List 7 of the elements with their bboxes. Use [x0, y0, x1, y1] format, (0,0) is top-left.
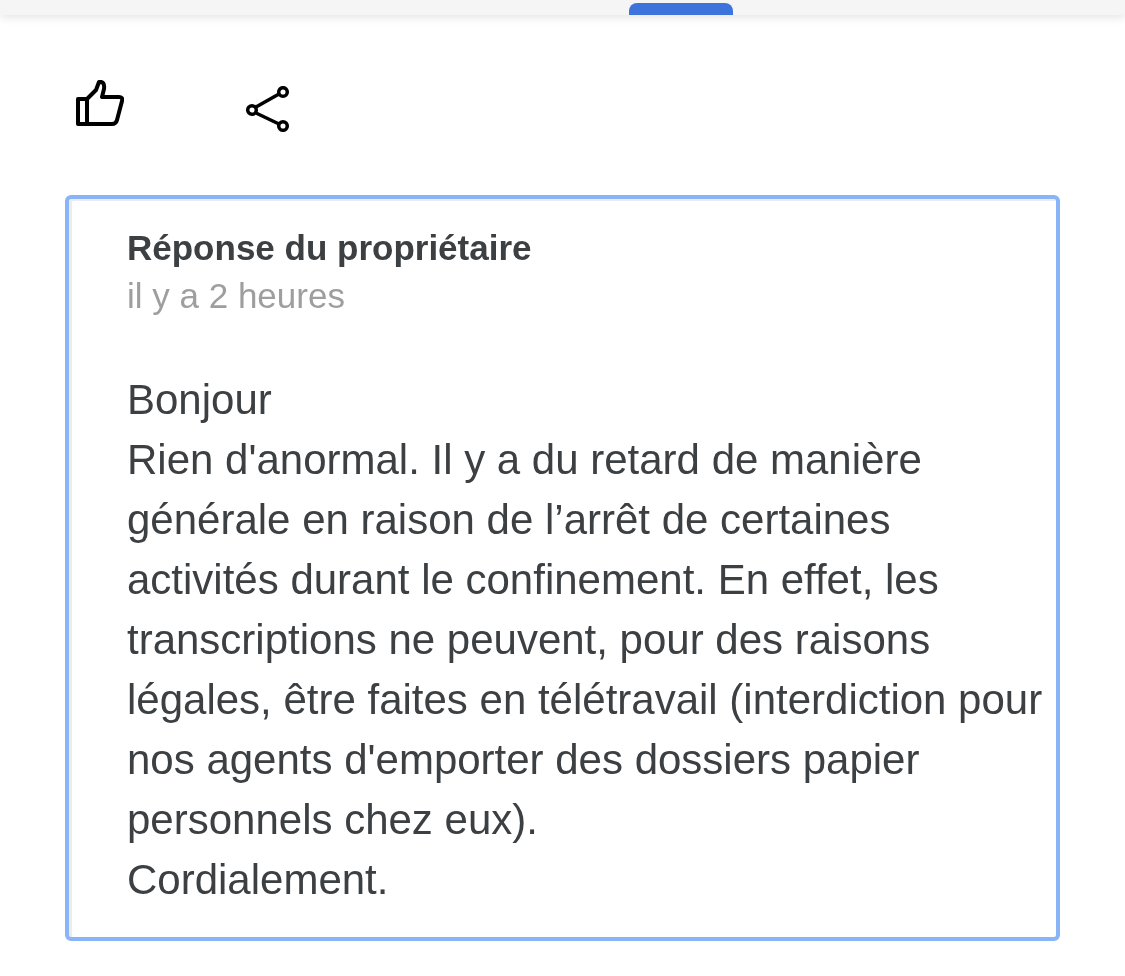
- thumbs-up-icon[interactable]: [76, 80, 124, 126]
- reply-paragraph: Rien d'anormal. Il y a du retard de manière générale en raison de l’arrêt de certaines activités durant le confinement. En effet, les transcriptions ne peuvent, pour des raisons légales, être faites en télétravail (interdiction pour nos agents d'emporter des dossiers papier personnels chez eux).: [127, 435, 1044, 845]
- reply-paragraph: Bonjour: [127, 375, 273, 425]
- share-icon[interactable]: [246, 86, 290, 132]
- reply-time: il y a 2 heures: [127, 275, 346, 317]
- reply-paragraph: Cordialement.: [127, 855, 390, 905]
- reply-title: Réponse du propriétaire: [127, 227, 533, 269]
